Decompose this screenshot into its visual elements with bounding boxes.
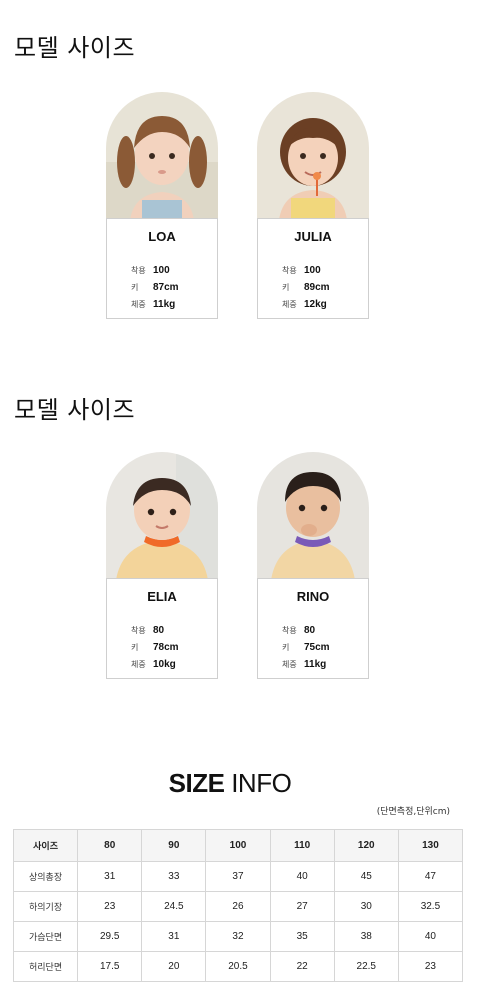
table-row: 가슴단면 29.5 31 32 35 38 40 xyxy=(12,921,464,952)
info-label: 키 xyxy=(131,283,139,292)
table-row-label: 가슴단면 xyxy=(12,921,79,952)
info-label: 착용 xyxy=(131,266,146,275)
table-cell: 31 xyxy=(77,861,143,892)
info-label: 체중 xyxy=(282,300,297,309)
table-cell: 32 xyxy=(205,921,271,952)
size-table-header: 120 xyxy=(333,829,399,862)
info-row-weight: 체중 10kg xyxy=(131,656,217,673)
model-name: LOA xyxy=(106,218,218,254)
info-value: 80 xyxy=(304,625,316,636)
size-table-header: 110 xyxy=(269,829,335,862)
table-cell: 31 xyxy=(141,921,207,952)
model-photo-julia xyxy=(257,92,369,220)
size-table-header: 100 xyxy=(205,829,271,862)
info-label: 키 xyxy=(282,283,290,292)
info-value: 89cm xyxy=(304,282,330,293)
info-value: 75cm xyxy=(304,642,330,653)
model-card-julia: JULIA 착용 100 키 89cm 체중 12kg xyxy=(257,92,369,320)
section-title-1: 모델 사이즈 xyxy=(14,34,136,62)
model-info: 착용 80 키 75cm 체중 11kg xyxy=(257,613,369,679)
size-table: 사이즈 80 90 100 110 120 130 상의총장 31 33 37 … xyxy=(12,829,464,982)
info-label: 착용 xyxy=(282,266,297,275)
info-row-height: 키 78cm xyxy=(131,639,217,656)
table-cell: 22 xyxy=(269,951,335,982)
model-card-rino: RINO 착용 80 키 75cm 체중 11kg xyxy=(257,452,369,680)
size-table-header: 80 xyxy=(77,829,143,862)
info-row-weight: 체중 11kg xyxy=(282,656,368,673)
table-cell: 30 xyxy=(333,891,399,922)
size-table-header: 130 xyxy=(397,829,464,862)
table-row-label: 하의기장 xyxy=(12,891,79,922)
model-info: 착용 80 키 78cm 체중 10kg xyxy=(106,613,218,679)
table-cell: 35 xyxy=(269,921,335,952)
info-label: 키 xyxy=(282,643,290,652)
table-cell: 38 xyxy=(333,921,399,952)
table-cell: 32.5 xyxy=(397,891,464,922)
table-cell: 37 xyxy=(205,861,271,892)
info-row-height: 키 75cm xyxy=(282,639,368,656)
info-value: 12kg xyxy=(304,299,327,310)
model-photo-elia xyxy=(106,452,218,580)
size-info-title: SIZE INFO xyxy=(0,768,460,799)
table-cell: 20 xyxy=(141,951,207,982)
info-row-weight: 체중 11kg xyxy=(131,296,217,313)
table-cell: 24.5 xyxy=(141,891,207,922)
table-cell: 40 xyxy=(269,861,335,892)
table-cell: 33 xyxy=(141,861,207,892)
model-photo-loa xyxy=(106,92,218,220)
info-value: 87cm xyxy=(153,282,179,293)
info-row-wear: 착용 80 xyxy=(131,622,217,639)
table-cell: 27 xyxy=(269,891,335,922)
info-value: 10kg xyxy=(153,659,176,670)
info-row-wear: 착용 100 xyxy=(131,262,217,279)
info-value: 80 xyxy=(153,625,165,636)
table-cell: 22.5 xyxy=(333,951,399,982)
info-value: 100 xyxy=(153,265,170,276)
info-value: 78cm xyxy=(153,642,179,653)
model-info: 착용 100 키 87cm 체중 11kg xyxy=(106,253,218,319)
info-row-wear: 착용 80 xyxy=(282,622,368,639)
table-cell: 29.5 xyxy=(77,921,143,952)
info-label: 착용 xyxy=(282,626,297,635)
table-cell: 47 xyxy=(397,861,464,892)
info-label: 체중 xyxy=(282,660,297,669)
info-value: 100 xyxy=(304,265,321,276)
model-info: 착용 100 키 89cm 체중 12kg xyxy=(257,253,369,319)
info-label: 체중 xyxy=(131,300,146,309)
table-row-label: 상의총장 xyxy=(12,861,79,892)
info-label: 키 xyxy=(131,643,139,652)
info-value: 11kg xyxy=(153,299,176,310)
unit-note: (단면측정,단위cm) xyxy=(376,807,450,817)
info-label: 체중 xyxy=(131,660,146,669)
size-table-header: 사이즈 xyxy=(12,829,79,862)
table-cell: 45 xyxy=(333,861,399,892)
size-info-title-bold: SIZE xyxy=(168,768,225,798)
model-name: JULIA xyxy=(257,218,369,254)
table-cell: 20.5 xyxy=(205,951,271,982)
info-value: 11kg xyxy=(304,659,327,670)
model-card-loa: LOA 착용 100 키 87cm 체중 11kg xyxy=(106,92,218,320)
table-row: 허리단면 17.5 20 20.5 22 22.5 23 xyxy=(12,951,464,982)
table-row: 하의기장 23 24.5 26 27 30 32.5 xyxy=(12,891,464,922)
table-row-label: 허리단면 xyxy=(12,951,79,982)
size-info-title-light: INFO xyxy=(231,768,292,798)
table-cell: 23 xyxy=(77,891,143,922)
model-photo-rino xyxy=(257,452,369,580)
table-cell: 40 xyxy=(397,921,464,952)
table-cell: 17.5 xyxy=(77,951,143,982)
size-table-header: 90 xyxy=(141,829,207,862)
table-row: 상의총장 31 33 37 40 45 47 xyxy=(12,861,464,892)
info-row-height: 키 87cm xyxy=(131,279,217,296)
table-cell: 26 xyxy=(205,891,271,922)
table-cell: 23 xyxy=(397,951,464,982)
model-name: RINO xyxy=(257,578,369,614)
size-table-header-row: 사이즈 80 90 100 110 120 130 xyxy=(12,829,464,862)
info-row-weight: 체중 12kg xyxy=(282,296,368,313)
section-title-2: 모델 사이즈 xyxy=(14,396,136,424)
info-label: 착용 xyxy=(131,626,146,635)
model-card-elia: ELIA 착용 80 키 78cm 체중 10kg xyxy=(106,452,218,680)
info-row-wear: 착용 100 xyxy=(282,262,368,279)
model-name: ELIA xyxy=(106,578,218,614)
info-row-height: 키 89cm xyxy=(282,279,368,296)
